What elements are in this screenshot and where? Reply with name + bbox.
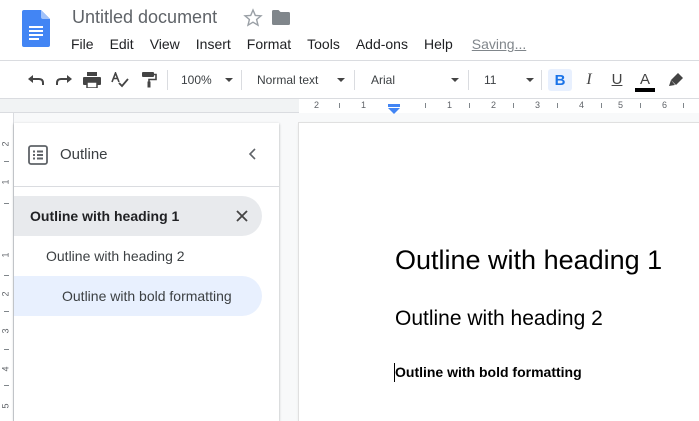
toolbar-separator: [541, 70, 542, 90]
ruler-number: 5: [0, 403, 11, 409]
ruler-number: 3: [535, 100, 541, 110]
ruler-number: 4: [579, 100, 585, 110]
menu-format[interactable]: Format: [239, 34, 299, 54]
paragraph-style-value: Normal text: [257, 72, 319, 87]
ruler-number: 2: [314, 100, 320, 110]
ruler-number: 4: [0, 366, 11, 372]
outline-title: Outline: [60, 146, 108, 163]
outline-item-label: Outline with heading 2: [46, 248, 185, 264]
ruler-number: 2: [0, 141, 11, 147]
document-page[interactable]: Outline with heading 1 Outline with head…: [299, 123, 699, 421]
ruler-tick: [640, 103, 641, 108]
chevron-down-icon: [225, 78, 233, 82]
ruler-tick: [4, 349, 9, 350]
highlighter-icon[interactable]: [665, 61, 687, 98]
ruler-tick: [4, 385, 9, 386]
spellcheck-icon[interactable]: [108, 61, 132, 98]
saving-status[interactable]: Saving...: [472, 36, 526, 52]
ruler-number: 1: [0, 252, 11, 258]
chevron-left-icon[interactable]: [244, 145, 260, 163]
text-color-button[interactable]: A: [634, 61, 656, 98]
chevron-down-icon: [526, 78, 534, 82]
outline-item-heading-2[interactable]: Outline with heading 2: [14, 236, 262, 276]
menu-add-ons[interactable]: Add-ons: [348, 34, 416, 54]
outline-item-bold-formatting[interactable]: Outline with bold formatting: [14, 276, 262, 316]
menu-tools[interactable]: Tools: [299, 34, 348, 54]
ruler-tick: [469, 103, 470, 108]
folder-icon[interactable]: [272, 10, 290, 25]
google-docs-icon[interactable]: [22, 10, 50, 47]
italic-icon: I: [586, 70, 592, 88]
menu-help[interactable]: Help: [416, 34, 461, 54]
ruler-tick: [513, 103, 514, 108]
underline-button[interactable]: U: [605, 61, 629, 98]
ruler-tick: [4, 275, 9, 276]
ruler-tick: [4, 311, 9, 312]
outline-item-label: Outline with heading 1: [30, 208, 180, 224]
redo-icon[interactable]: [52, 61, 76, 98]
ruler-number: 3: [0, 328, 11, 334]
title-bar: Untitled document File Edit View Insert …: [0, 0, 699, 60]
document-heading-2[interactable]: Outline with heading 2: [395, 307, 603, 331]
menu-bar: File Edit View Insert Format Tools Add-o…: [63, 33, 526, 55]
outline-header: Outline: [14, 123, 279, 187]
menu-insert[interactable]: Insert: [188, 34, 239, 54]
outline-item-heading-1[interactable]: Outline with heading 1: [14, 196, 262, 236]
close-icon[interactable]: [234, 208, 250, 224]
document-title[interactable]: Untitled document: [72, 7, 217, 28]
ruler-number: 2: [0, 291, 11, 297]
menu-edit[interactable]: Edit: [102, 34, 142, 54]
undo-icon[interactable]: [24, 61, 48, 98]
outline-panel: Outline Outline with heading 1 Outline w…: [14, 123, 279, 421]
toolbar-separator: [354, 70, 355, 90]
paragraph-style-select[interactable]: Normal text: [257, 61, 345, 98]
horizontal-ruler[interactable]: 2 1 1 2 3 4 5 6: [0, 99, 699, 114]
chevron-down-icon: [337, 78, 345, 82]
chevron-down-icon: [451, 78, 459, 82]
outline-item-label: Outline with bold formatting: [62, 288, 232, 304]
ruler-tick: [4, 203, 9, 204]
font-family-select[interactable]: Arial: [371, 61, 459, 98]
ruler-number: 2: [491, 100, 497, 110]
document-heading-1[interactable]: Outline with heading 1: [395, 245, 662, 276]
ruler-tick: [4, 161, 9, 162]
toolbar: 100% Normal text Arial 11 B I U A: [0, 60, 699, 99]
ruler-tick: [425, 103, 426, 108]
toolbar-separator: [167, 70, 168, 90]
font-size-value: 11: [484, 72, 497, 87]
font-size-select[interactable]: 11: [484, 61, 534, 98]
ruler-tick: [557, 103, 558, 108]
ruler-number: 6: [662, 100, 668, 110]
ruler-number: 5: [618, 100, 624, 110]
print-icon[interactable]: [80, 61, 104, 98]
bold-icon: B: [554, 71, 566, 89]
outline-list-icon: [28, 145, 48, 165]
indent-marker[interactable]: [388, 101, 400, 114]
font-family-value: Arial: [371, 72, 396, 87]
ruler-tick: [683, 103, 684, 108]
ruler-number: 1: [447, 100, 453, 110]
toolbar-separator: [468, 70, 469, 90]
ruler-strip: 2 1 1 2 3 4 5 6: [299, 99, 699, 113]
menu-file[interactable]: File: [63, 34, 102, 54]
star-icon[interactable]: [243, 8, 263, 28]
text-color-icon: A: [639, 70, 650, 88]
zoom-value: 100%: [181, 72, 212, 87]
vertical-ruler[interactable]: 2 1 1 2 3 4 5: [0, 113, 14, 421]
menu-view[interactable]: View: [142, 34, 188, 54]
italic-button[interactable]: I: [577, 61, 601, 98]
ruler-number: 1: [0, 179, 11, 185]
document-bold-paragraph[interactable]: Outline with bold formatting: [395, 364, 582, 380]
ruler-tick: [601, 103, 602, 108]
bold-button[interactable]: B: [548, 69, 572, 91]
ruler-number: 1: [361, 100, 367, 110]
ruler-tick: [339, 103, 340, 108]
underline-icon: U: [611, 71, 623, 88]
paint-format-icon[interactable]: [137, 61, 161, 98]
toolbar-separator: [241, 70, 242, 90]
zoom-select[interactable]: 100%: [181, 61, 233, 98]
text-color-swatch: [635, 88, 655, 92]
